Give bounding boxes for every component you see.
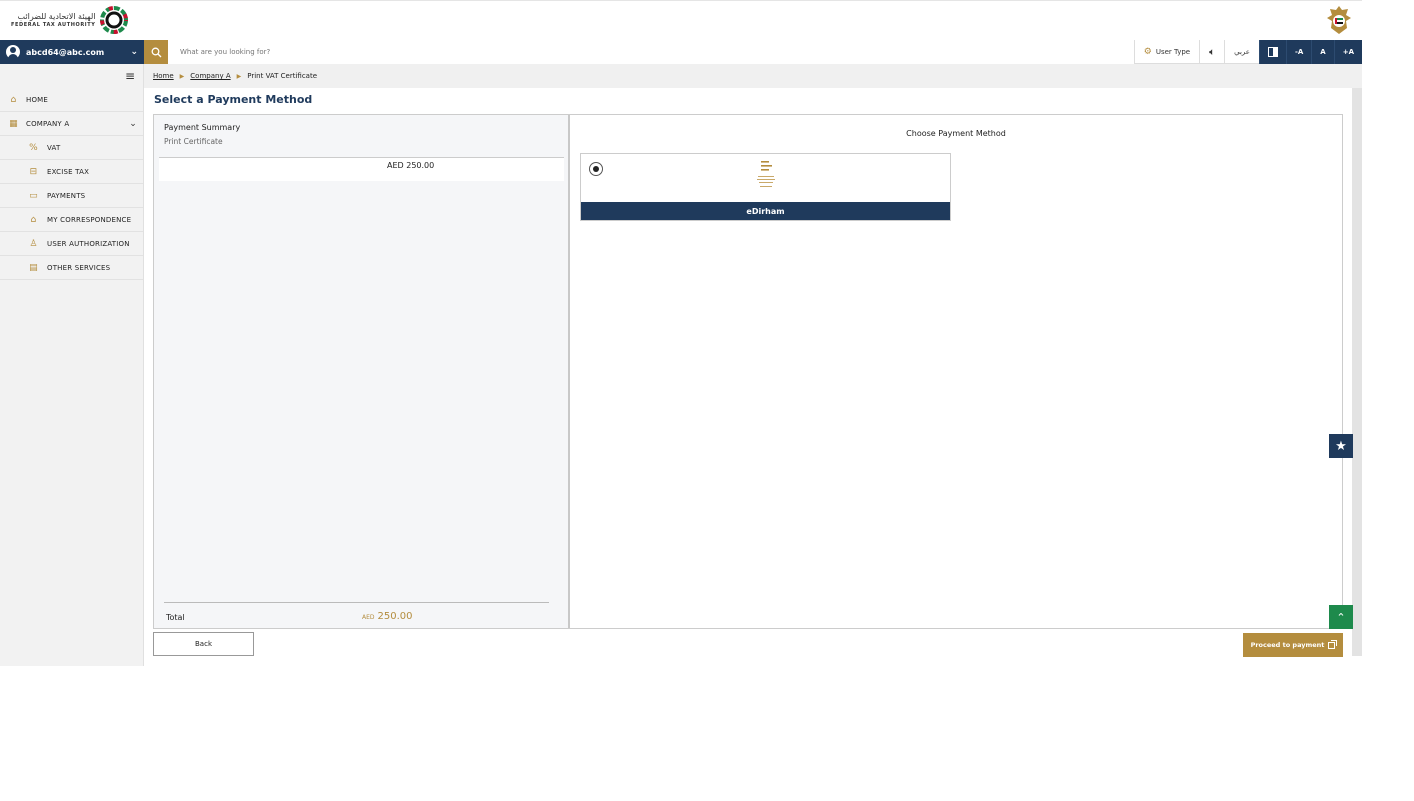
proceed-label: Proceed to payment [1250, 641, 1325, 649]
logo-english-text: FEDERAL TAX AUTHORITY [11, 21, 96, 28]
breadcrumb-home[interactable]: Home [153, 72, 174, 80]
search-button[interactable] [144, 40, 168, 64]
contrast-toggle[interactable] [1258, 40, 1286, 64]
sidebar-item-home[interactable]: ⌂ HOME [0, 88, 143, 112]
user-avatar-icon [6, 45, 20, 59]
breadcrumb-separator-icon: ▶ [236, 72, 242, 80]
sidebar-item-label: PAYMENTS [47, 191, 86, 200]
payments-icon: ▭ [29, 190, 38, 201]
user-account-menu[interactable]: abcd64@abc.com ⌄ [0, 40, 144, 64]
font-increase-button[interactable]: +A [1333, 40, 1362, 64]
sidebar-item-label: EXCISE TAX [47, 167, 90, 176]
breadcrumb-current: Print VAT Certificate [247, 72, 318, 80]
hamburger-menu-icon: ≡ [124, 69, 135, 83]
payment-method-title: Choose Payment Method [906, 129, 1006, 138]
sidebar-item-vat[interactable]: % VAT [0, 136, 143, 160]
breadcrumb-company[interactable]: Company A [190, 72, 230, 80]
sidebar-item-label: USER AUTHORIZATION [47, 239, 130, 248]
payment-summary-panel: Payment Summary Print Certificate AED 25… [154, 115, 570, 628]
total-value: 250.00 [377, 611, 413, 622]
sidebar-item-my-correspondence[interactable]: ⌂ MY CORRESPONDENCE [0, 208, 143, 232]
edirham-logo-icon [757, 161, 775, 187]
summary-amount: AED 250.00 [387, 161, 435, 170]
sidebar-item-other-services[interactable]: ▤ OTHER SERVICES [0, 256, 143, 280]
back-button[interactable]: Back [153, 632, 254, 656]
chevron-down-icon: ⌄ [129, 118, 137, 129]
sidebar: ≡ ⌂ HOME ▦ COMPANY A ⌄ % VAT ⊟ EXCISE TA… [0, 64, 144, 666]
sidebar-item-label: HOME [26, 95, 49, 104]
sidebar-item-label: VAT [47, 143, 61, 152]
total-amount: AED 250.00 [362, 611, 413, 622]
main-panel: Payment Summary Print Certificate AED 25… [153, 114, 1343, 629]
search-icon [151, 47, 161, 57]
logo-arabic-text: الهيئة الاتحادية للضرائب [17, 11, 96, 21]
payment-option-label: eDirham [581, 202, 950, 220]
chevron-down-icon: ⌄ [130, 47, 138, 57]
audio-button[interactable]: 🔈︎ [1199, 40, 1224, 64]
font-normal-button[interactable]: A [1311, 40, 1334, 64]
payment-option-edirham[interactable]: eDirham [580, 153, 951, 221]
payment-method-panel: Choose Payment Method eDirham [570, 115, 1342, 628]
clipboard-icon: ▤ [29, 262, 38, 273]
sidebar-item-label: OTHER SERVICES [47, 263, 111, 272]
home-icon: ⌂ [10, 94, 17, 105]
breadcrumb: Home ▶ Company A ▶ Print VAT Certificate [144, 64, 1362, 88]
fta-logo-mark-icon [99, 6, 128, 34]
uae-emblem-icon [1327, 6, 1351, 34]
sidebar-item-payments[interactable]: ▭ PAYMENTS [0, 184, 143, 208]
sidebar-item-label: MY CORRESPONDENCE [47, 215, 132, 224]
fta-logo[interactable]: الهيئة الاتحادية للضرائب FEDERAL TAX AUT… [11, 6, 128, 34]
total-divider [164, 602, 549, 603]
proceed-to-payment-button[interactable]: Proceed to payment [1243, 633, 1343, 657]
favorites-button[interactable]: ★ [1329, 434, 1353, 458]
summary-title: Payment Summary [164, 123, 241, 132]
app-root: الهيئة الاتحادية للضرائب FEDERAL TAX AUT… [0, 0, 1362, 666]
external-link-icon [1328, 639, 1338, 649]
font-increase-label: +A [1342, 48, 1354, 56]
logo-text: الهيئة الاتحادية للضرائب FEDERAL TAX AUT… [11, 12, 96, 29]
language-label: عربي [1234, 48, 1250, 56]
contrast-icon [1267, 47, 1278, 57]
vat-icon: % [29, 142, 38, 153]
breadcrumb-separator-icon: ▶ [179, 72, 185, 80]
font-decrease-label: -A [1294, 48, 1304, 56]
user-type-button[interactable]: ⚙ User Type [1133, 40, 1199, 64]
font-normal-label: A [1320, 48, 1326, 56]
search-input[interactable] [168, 40, 1134, 64]
speaker-icon: 🔈︎ [1209, 46, 1216, 58]
sidebar-item-user-authorization[interactable]: ♙ USER AUTHORIZATION [0, 232, 143, 256]
total-label: Total [166, 613, 185, 622]
top-bar: abcd64@abc.com ⌄ ⚙ User Type 🔈︎ عربي -A … [0, 40, 1362, 64]
scroll-to-top-button[interactable]: ⌃ [1329, 605, 1353, 629]
gear-icon: ⚙ [1143, 47, 1152, 57]
excise-icon: ⊟ [29, 166, 38, 177]
user-key-icon: ♙ [29, 238, 38, 249]
header: الهيئة الاتحادية للضرائب FEDERAL TAX AUT… [0, 0, 1362, 40]
sidebar-item-excise-tax[interactable]: ⊟ EXCISE TAX [0, 160, 143, 184]
payment-option-radio[interactable] [589, 162, 603, 176]
scrollbar[interactable] [1352, 88, 1362, 656]
summary-subtitle: Print Certificate [164, 137, 223, 146]
total-currency: AED [362, 614, 375, 621]
bank-icon: ⌂ [30, 214, 37, 225]
summary-amount-row: AED 250.00 [159, 157, 564, 181]
font-decrease-button[interactable]: -A [1285, 40, 1312, 64]
user-type-label: User Type [1155, 48, 1191, 56]
double-chevron-up-icon: ⌃ [1336, 610, 1346, 624]
language-toggle[interactable]: عربي [1224, 40, 1259, 64]
page-title: Select a Payment Method [154, 93, 313, 106]
grid-icon: ▦ [9, 118, 18, 129]
user-email: abcd64@abc.com [26, 47, 105, 57]
sidebar-toggle[interactable]: ≡ [0, 64, 143, 88]
star-icon: ★ [1335, 438, 1347, 454]
sidebar-item-company-a[interactable]: ▦ COMPANY A ⌄ [0, 112, 143, 136]
sidebar-item-label: COMPANY A [26, 119, 70, 128]
